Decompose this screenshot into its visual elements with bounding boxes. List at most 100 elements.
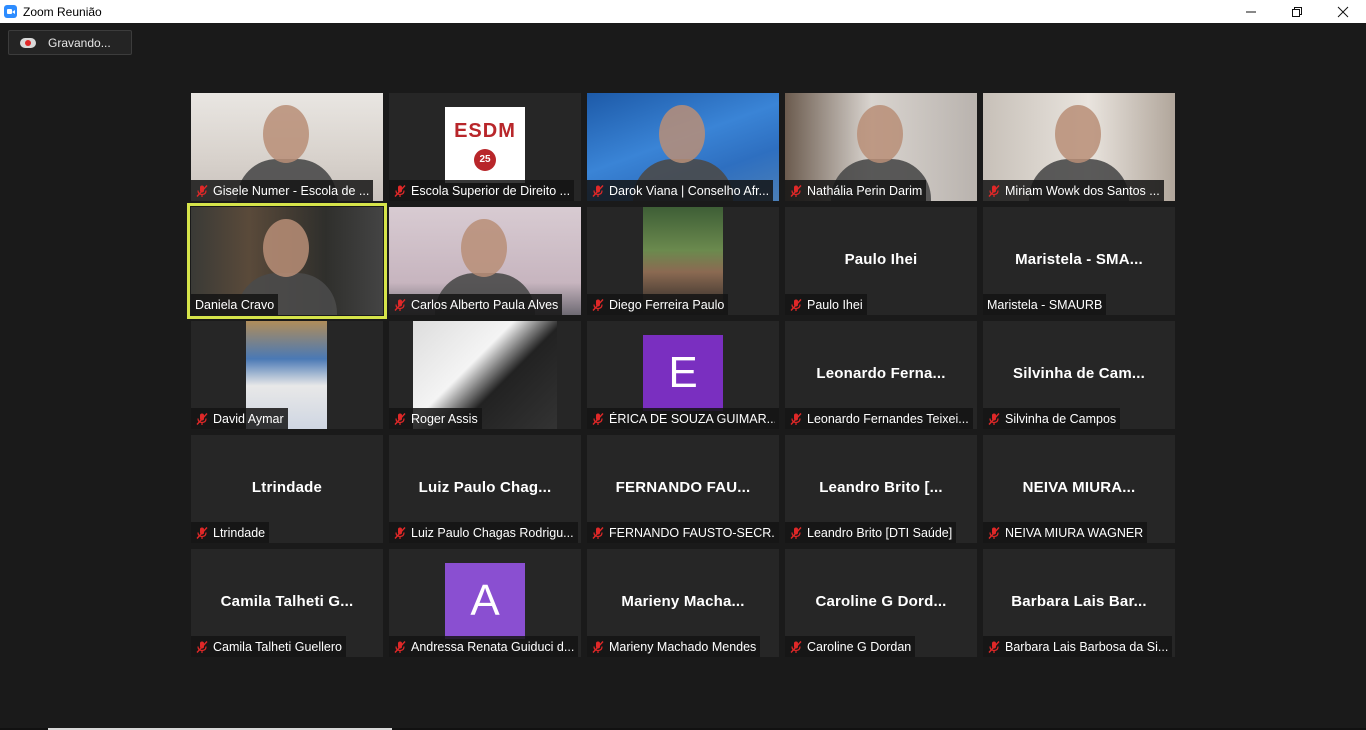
participant-name: Paulo Ihei [807, 297, 863, 312]
organization-logo: ESDM 25 [445, 107, 525, 183]
participant-display-name: Ltrindade [251, 479, 323, 496]
mic-muted-icon [987, 412, 1001, 426]
participant-name: Maristela - SMAURB [987, 297, 1103, 312]
close-icon [1337, 6, 1349, 17]
participant-name-label: Miriam Wowk dos Santos ... [983, 180, 1164, 201]
mic-muted-icon [987, 184, 1001, 198]
participant-name-label: David Aymar [191, 408, 288, 429]
participant-tile[interactable]: Leandro Brito [... Leandro Brito [DTI Saú… [785, 435, 977, 543]
participant-name: Barbara Lais Barbosa da Si... [1005, 639, 1169, 654]
participant-name: FERNANDO FAUSTO-SECR... [609, 525, 775, 540]
participant-tile[interactable]: Diego Ferreira Paulo [587, 207, 779, 315]
participant-name-label: Silvinha de Campos [983, 408, 1121, 429]
participant-display-name: NEIVA MIURA... [1022, 479, 1136, 496]
participant-tile[interactable]: FERNANDO FAU... FERNANDO FAUSTO-SECR... [587, 435, 779, 543]
mic-muted-icon [393, 526, 407, 540]
recording-indicator[interactable]: Gravando... [8, 30, 132, 55]
participant-name-label: Ltrindade [191, 522, 270, 543]
participant-tile[interactable]: A Andressa Renata Guiduci d... [389, 549, 581, 657]
participant-tile[interactable]: Gisele Numer - Escola de ... [191, 93, 383, 201]
mic-muted-icon [987, 526, 1001, 540]
participant-tile[interactable]: Luiz Paulo Chag... Luiz Paulo Chagas Rodr… [389, 435, 581, 543]
participant-avatar: E [643, 335, 723, 411]
participant-silhouette [461, 219, 507, 277]
participant-name-label: Daniela Cravo [191, 294, 279, 315]
participant-name: Miriam Wowk dos Santos ... [1005, 183, 1160, 198]
participant-tile[interactable]: Leonardo Ferna... Leonardo Fernandes Teix… [785, 321, 977, 429]
participant-name-label: Leonardo Fernandes Teixei... [785, 408, 973, 429]
participant-name: Gisele Numer - Escola de ... [213, 183, 370, 198]
participant-name-label: ÉRICA DE SOUZA GUIMAR... [587, 408, 779, 429]
participant-name: Daniela Cravo [195, 297, 275, 312]
participant-name: Caroline G Dordan [807, 639, 912, 654]
participant-display-name: Camila Talheti G... [220, 593, 354, 610]
participant-display-name: Paulo Ihei [844, 251, 918, 268]
participant-tile[interactable]: ESDM 25 Escola Superior de Direito ... [389, 93, 581, 201]
participant-name: Marieny Machado Mendes [609, 639, 757, 654]
participant-name-label: Nathália Perin Darim [785, 180, 927, 201]
participant-tile[interactable]: Paulo Ihei Paulo Ihei [785, 207, 977, 315]
participant-name-label: FERNANDO FAUSTO-SECR... [587, 522, 779, 543]
participant-name-label: Andressa Renata Guiduci d... [389, 636, 579, 657]
participant-name: NEIVA MIURA WAGNER [1005, 525, 1144, 540]
mic-muted-icon [789, 526, 803, 540]
participant-tile[interactable]: Carlos Alberto Paula Alves [389, 207, 581, 315]
participant-name: Luiz Paulo Chagas Rodrigu... [411, 525, 574, 540]
logo-badge: 25 [474, 148, 496, 171]
title-bar: Zoom Reunião [0, 0, 1366, 23]
participant-tile[interactable]: NEIVA MIURA... NEIVA MIURA WAGNER [983, 435, 1175, 543]
participant-name: Roger Assis [411, 411, 478, 426]
participant-name-label: Darok Viana | Conselho Afr... [587, 180, 774, 201]
cloud-record-icon [20, 37, 36, 48]
participant-silhouette [263, 219, 309, 277]
participant-name-label: Diego Ferreira Paulo [587, 294, 729, 315]
participant-name-label: Caroline G Dordan [785, 636, 916, 657]
restore-icon [1292, 6, 1302, 17]
participant-name: David Aymar [213, 411, 284, 426]
participant-display-name: FERNANDO FAU... [615, 479, 751, 496]
mic-muted-icon [195, 640, 209, 654]
mic-muted-icon [393, 640, 407, 654]
mic-muted-icon [591, 526, 605, 540]
participant-name: Nathália Perin Darim [807, 183, 923, 198]
participant-avatar: A [445, 563, 525, 639]
participant-tile[interactable]: Marieny Macha... Marieny Machado Mendes [587, 549, 779, 657]
participant-name: Leandro Brito [DTI Saúde] [807, 525, 953, 540]
mic-muted-icon [789, 412, 803, 426]
participant-name: Diego Ferreira Paulo [609, 297, 725, 312]
participant-tile[interactable]: Caroline G Dord... Caroline G Dordan [785, 549, 977, 657]
participant-tile[interactable]: Camila Talheti G... Camila Talheti Guelle… [191, 549, 383, 657]
participant-tile[interactable]: Maristela - SMA... Maristela - SMAURB [983, 207, 1175, 315]
participant-display-name: Leonardo Ferna... [816, 365, 946, 382]
mic-muted-icon [591, 640, 605, 654]
window-title: Zoom Reunião [23, 4, 102, 19]
participant-tile[interactable]: Daniela Cravo [187, 203, 387, 319]
participant-name-label: Gisele Numer - Escola de ... [191, 180, 374, 201]
participant-silhouette [263, 105, 309, 163]
mic-muted-icon [393, 184, 407, 198]
participant-name: Ltrindade [213, 525, 266, 540]
mic-muted-icon [195, 526, 209, 540]
participant-tile[interactable]: Darok Viana | Conselho Afr... [587, 93, 779, 201]
participant-tile[interactable]: Ltrindade Ltrindade [191, 435, 383, 543]
mic-muted-icon [393, 298, 407, 312]
participant-silhouette [857, 105, 903, 163]
participant-display-name: Caroline G Dord... [815, 593, 947, 610]
participant-tile[interactable]: Barbara Lais Bar... Barbara Lais Barbosa … [983, 549, 1175, 657]
participant-tile[interactable]: Nathália Perin Darim [785, 93, 977, 201]
close-button[interactable] [1320, 0, 1366, 23]
restore-button[interactable] [1274, 0, 1320, 23]
minimize-button[interactable] [1228, 0, 1274, 23]
participant-tile[interactable]: David Aymar [191, 321, 383, 429]
participant-name: Camila Talheti Guellero [213, 639, 342, 654]
participant-tile[interactable]: Silvinha de Cam... Silvinha de Campos [983, 321, 1175, 429]
participant-name-label: Maristela - SMAURB [983, 294, 1107, 315]
participant-tile[interactable]: E ÉRICA DE SOUZA GUIMAR... [587, 321, 779, 429]
participant-tile[interactable]: Roger Assis [389, 321, 581, 429]
participant-display-name: Marieny Macha... [621, 593, 745, 610]
participant-tile[interactable]: Miriam Wowk dos Santos ... [983, 93, 1175, 201]
participant-name: Andressa Renata Guiduci d... [411, 639, 575, 654]
logo-text: ESDM [454, 119, 516, 142]
participant-name-label: Luiz Paulo Chagas Rodrigu... [389, 522, 578, 543]
mic-muted-icon [789, 640, 803, 654]
